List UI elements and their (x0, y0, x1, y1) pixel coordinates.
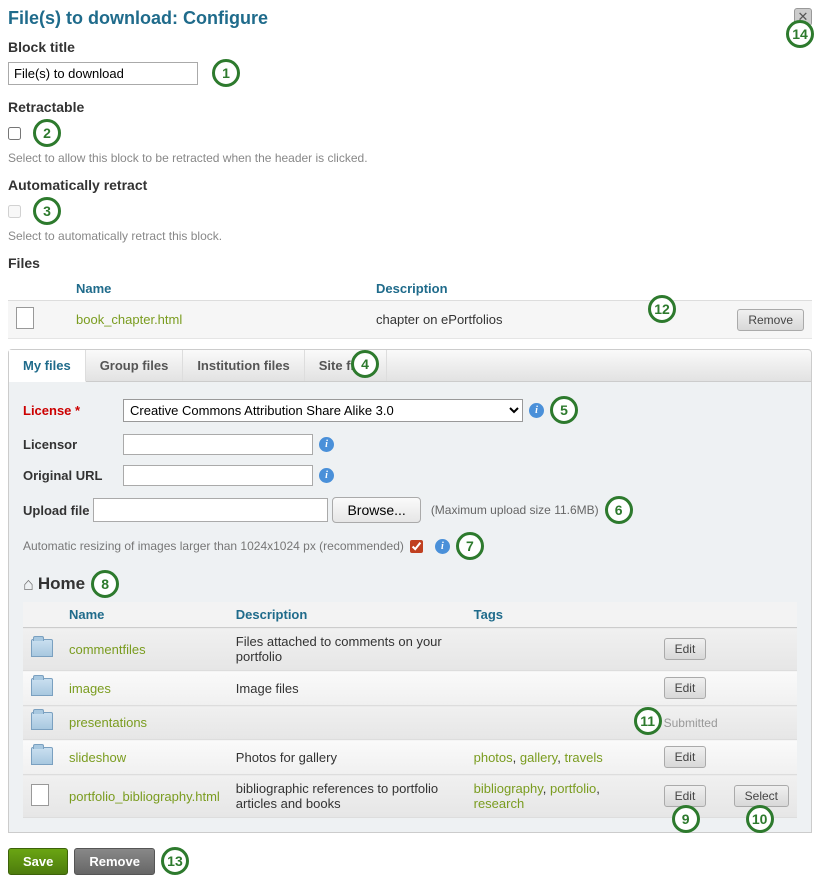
item-tags (466, 628, 656, 671)
file-link[interactable]: book_chapter.html (76, 312, 182, 327)
item-description: Files attached to comments on your portf… (228, 628, 466, 671)
select-button[interactable]: Select (734, 785, 789, 807)
original-url-label: Original URL (23, 468, 123, 483)
file-icon (16, 307, 34, 329)
item-link[interactable]: commentfiles (69, 642, 146, 657)
tab-institution-files[interactable]: Institution files (183, 350, 304, 381)
edit-button[interactable]: Edit (664, 746, 707, 768)
item-tags: bibliography, portfolio, research (466, 775, 656, 818)
item-tags (466, 671, 656, 706)
auto-retract-checkbox[interactable] (8, 205, 21, 218)
license-select[interactable]: Creative Commons Attribution Share Alike… (123, 399, 523, 422)
folder-icon (31, 747, 53, 765)
info-icon[interactable]: i (529, 403, 544, 418)
annotation-2: 2 (33, 119, 61, 147)
item-tags: photos, gallery, travels (466, 740, 656, 775)
page-title: File(s) to download: Configure (8, 8, 268, 29)
home-icon: ⌂ (23, 574, 34, 595)
item-link[interactable]: slideshow (69, 750, 126, 765)
item-tags (466, 706, 656, 740)
selected-files-table: Name Description book_chapter.html chapt… (8, 277, 812, 339)
retractable-label: Retractable (8, 99, 812, 115)
annotation-5: 5 (550, 396, 578, 424)
tag-link[interactable]: bibliography (474, 781, 543, 796)
annotation-4: 4 (351, 350, 379, 378)
upload-label: Upload file (23, 503, 89, 518)
annotation-13: 13 (161, 847, 189, 875)
info-icon[interactable]: i (319, 437, 334, 452)
col-name: Name (61, 602, 228, 628)
browse-button[interactable]: Browse... (332, 497, 420, 523)
retractable-help: Select to allow this block to be retract… (8, 151, 812, 165)
file-description: chapter on ePortfolios (368, 301, 672, 339)
folder-icon (31, 639, 53, 657)
upload-file-input[interactable] (93, 498, 328, 522)
item-description (228, 706, 466, 740)
info-icon[interactable]: i (435, 539, 450, 554)
item-description: Image files (228, 671, 466, 706)
annotation-8: 8 (91, 570, 119, 598)
folder-icon (31, 678, 53, 696)
submitted-label: Submitted (664, 716, 718, 730)
edit-button[interactable]: Edit (664, 638, 707, 660)
item-link[interactable]: portfolio_bibliography.html (69, 789, 220, 804)
tab-group-files[interactable]: Group files (86, 350, 184, 381)
block-title-label: Block title (8, 39, 812, 55)
license-label: License * (23, 403, 123, 418)
breadcrumb-home[interactable]: Home (38, 574, 85, 594)
annotation-1: 1 (212, 59, 240, 87)
file-browser-table: Name Description Tags commentfiles Files… (23, 602, 797, 818)
edit-button[interactable]: Edit (664, 677, 707, 699)
col-description: Description (228, 602, 466, 628)
annotation-11: 11 (634, 707, 662, 735)
tag-link[interactable]: research (474, 796, 525, 811)
folder-icon (31, 712, 53, 730)
tab-my-files[interactable]: My files (9, 350, 86, 382)
files-label: Files (8, 255, 812, 271)
item-description: bibliographic references to portfolio ar… (228, 775, 466, 818)
col-name: Name (68, 277, 368, 301)
item-link[interactable]: presentations (69, 715, 147, 730)
file-tabs: My files Group files Institution files S… (8, 349, 812, 382)
tag-link[interactable]: portfolio (550, 781, 596, 796)
annotation-3: 3 (33, 197, 61, 225)
save-button[interactable]: Save (8, 848, 68, 875)
licensor-input[interactable] (123, 434, 313, 455)
annotation-12: 12 (648, 295, 676, 323)
edit-button[interactable]: Edit (664, 785, 707, 807)
auto-resize-checkbox[interactable] (410, 540, 423, 553)
item-link[interactable]: images (69, 681, 111, 696)
item-description: Photos for gallery (228, 740, 466, 775)
info-icon[interactable]: i (319, 468, 334, 483)
auto-retract-label: Automatically retract (8, 177, 812, 193)
licensor-label: Licensor (23, 437, 123, 452)
block-title-input[interactable] (8, 62, 198, 85)
retractable-checkbox[interactable] (8, 127, 21, 140)
annotation-6: 6 (605, 496, 633, 524)
annotation-9: 9 (672, 805, 700, 833)
tag-link[interactable]: photos (474, 750, 513, 765)
upload-size-note: (Maximum upload size 11.6MB) (431, 503, 599, 517)
tag-link[interactable]: travels (564, 750, 602, 765)
auto-retract-help: Select to automatically retract this blo… (8, 229, 812, 243)
col-tags: Tags (466, 602, 656, 628)
original-url-input[interactable] (123, 465, 313, 486)
annotation-7: 7 (456, 532, 484, 560)
col-description: Description (368, 277, 672, 301)
tag-link[interactable]: gallery (520, 750, 557, 765)
remove-block-button[interactable]: Remove (74, 848, 155, 875)
annotation-10: 10 (746, 805, 774, 833)
remove-file-button[interactable]: Remove (737, 309, 804, 331)
resize-note: Automatic resizing of images larger than… (23, 539, 404, 553)
file-icon (31, 784, 49, 806)
